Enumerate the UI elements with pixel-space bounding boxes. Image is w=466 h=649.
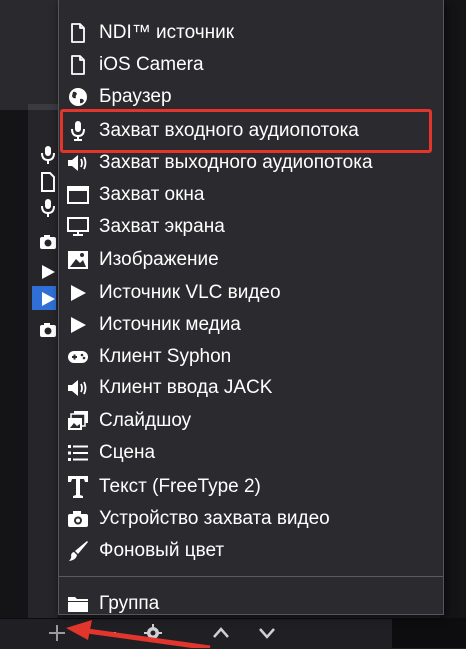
microphone-icon [38,198,58,218]
menu-item-jack-input-client[interactable]: Клиент ввода JACK [59,373,443,403]
add-source-menu: NDI™ источник iOS Camera Браузер Захват … [58,0,444,615]
menu-item-video-capture-device[interactable]: Устройство захвата видео [59,504,443,534]
menu-item-ndi-source[interactable]: NDI™ источник [59,18,443,48]
speaker-icon [65,375,91,401]
window-icon [65,182,91,208]
menu-item-label: Источник VLC видео [99,282,281,303]
menu-item-image[interactable]: Изображение [59,245,443,275]
image-icon [65,247,91,273]
list-icon [65,440,91,466]
menu-item-vlc-video-source[interactable]: Источник VLC видео [59,278,443,308]
play-icon [38,289,58,309]
brush-icon [65,538,91,564]
camera-icon [38,232,58,252]
folder-icon [65,591,91,617]
menu-item-color-source[interactable]: Фоновый цвет [59,536,443,566]
toolbar-dark-area [392,618,466,648]
menu-item-label: Изображение [99,249,219,270]
speaker-icon [65,150,91,176]
menu-item-label: Источник медиа [99,314,241,335]
menu-item-label: Сцена [99,442,156,463]
menu-item-label: iOS Camera [99,54,204,75]
menu-item-group[interactable]: Группа [59,589,443,619]
menu-item-label: Текст (FreeType 2) [99,476,261,497]
menu-item-browser[interactable]: Браузер [59,82,443,112]
menu-item-ios-camera[interactable]: iOS Camera [59,50,443,80]
menu-item-label: Клиент ввода JACK [99,377,273,398]
menu-item-label: Группа [99,593,160,614]
settings-icon[interactable] [140,620,166,646]
play-icon [65,280,91,306]
microphone-icon [38,145,58,165]
menu-item-label: Фоновый цвет [99,540,225,561]
menu-item-slideshow[interactable]: Слайдшоу [59,406,443,436]
menu-item-label: Захват выходного аудиопотока [99,152,373,173]
remove-icon[interactable] [96,620,122,646]
menu-item-text-freetype2[interactable]: Текст (FreeType 2) [59,472,443,502]
menu-item-scene[interactable]: Сцена [59,438,443,468]
play-icon [38,262,58,282]
menu-item-media-source[interactable]: Источник медиа [59,310,443,340]
file-icon [65,20,91,46]
menu-item-label: Устройство захвата видео [99,508,330,529]
menu-item-window-capture[interactable]: Захват окна [59,180,443,210]
menu-item-label: Клиент Syphon [99,346,232,367]
move-down-icon[interactable] [254,620,280,646]
add-icon[interactable] [44,620,70,646]
menu-item-label: Захват экрана [99,216,225,237]
menu-item-label: NDI™ источник [99,22,235,43]
microphone-icon [65,118,91,144]
play-icon [65,312,91,338]
globe-icon [65,84,91,110]
menu-item-display-capture[interactable]: Захват экрана [59,212,443,242]
gamepad-icon [65,344,91,370]
file-icon [38,172,58,192]
text-icon [65,474,91,500]
menu-separator [59,576,443,577]
menu-item-label: Захват окна [99,184,205,205]
move-up-icon[interactable] [208,620,234,646]
slideshow-icon [65,408,91,434]
file-icon [65,52,91,78]
camera-icon [38,320,58,340]
menu-item-label: Слайдшоу [99,410,192,431]
monitor-icon [65,214,91,240]
menu-item-label: Браузер [99,86,172,107]
camera-icon [65,506,91,532]
menu-item-label: Захват входного аудиопотока [99,120,359,141]
menu-item-audio-input-capture[interactable]: Захват входного аудиопотока [59,116,443,146]
menu-item-syphon-client[interactable]: Клиент Syphon [59,342,443,372]
menu-item-audio-output-capture[interactable]: Захват выходного аудиопотока [59,148,443,178]
